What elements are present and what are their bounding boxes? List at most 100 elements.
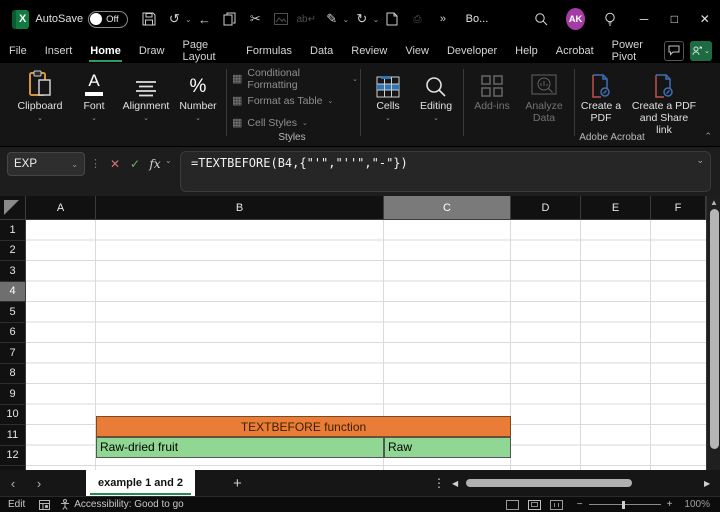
horizontal-scroll-thumb[interactable] [466, 479, 632, 487]
pen-icon[interactable]: ✎ [321, 7, 342, 31]
next-sheet-icon[interactable]: › [26, 476, 52, 491]
tab-developer[interactable]: Developer [438, 38, 506, 63]
pen-dropdown-icon[interactable]: ⌄ [342, 15, 349, 24]
clipboard-group-button[interactable]: Clipboard ⌄ [12, 68, 68, 122]
tab-page-layout[interactable]: Page Layout [173, 38, 237, 63]
zoom-slider[interactable] [588, 500, 661, 509]
prev-sheet-icon[interactable]: ‹ [0, 476, 26, 491]
scroll-up-icon[interactable]: ▲ [709, 198, 719, 207]
confirm-entry-button[interactable]: ✓ [125, 154, 145, 174]
chevron-down-icon: ⌄ [433, 115, 439, 122]
autosave-switch[interactable]: Off [88, 10, 129, 28]
autosave-toggle[interactable]: AutoSave Off [35, 10, 129, 28]
row-header-6[interactable]: 6 [0, 322, 26, 343]
share-button[interactable]: ⌄ [689, 40, 712, 61]
cut-icon[interactable]: ✂ [245, 7, 266, 31]
column-header-e[interactable]: E [581, 196, 651, 220]
column-header-c[interactable]: C [384, 196, 511, 220]
name-box[interactable]: EXP ⌄ [7, 152, 85, 176]
vertical-scroll-thumb[interactable] [709, 209, 719, 449]
tab-review[interactable]: Review [342, 38, 396, 63]
lightbulb-icon[interactable] [599, 7, 620, 31]
zoom-in-button[interactable]: + [667, 499, 673, 510]
tab-data[interactable]: Data [301, 38, 342, 63]
zoom-level[interactable]: 100% [684, 499, 710, 510]
avatar[interactable]: AK [565, 8, 586, 30]
select-all-corner[interactable] [0, 196, 26, 220]
insert-function-button[interactable]: fx [145, 154, 165, 174]
undo-icon[interactable]: ↺ [164, 7, 185, 31]
page-layout-view-icon[interactable] [527, 499, 541, 510]
cell-styles-button[interactable]: ▦ Cell Styles ⌄ [232, 112, 358, 133]
page-break-view-icon[interactable] [549, 499, 563, 510]
row-header-7[interactable]: 7 [0, 343, 26, 364]
sheet-tab-active[interactable]: example 1 and 2 [86, 470, 195, 496]
row-header-5[interactable]: 5 [0, 302, 26, 323]
undo-dropdown-icon[interactable]: ⌄ [185, 15, 192, 24]
tab-draw[interactable]: Draw [130, 38, 174, 63]
scroll-right-icon[interactable]: ▶ [704, 479, 710, 488]
new-document-icon[interactable] [381, 7, 402, 31]
close-button[interactable]: ✕ [690, 0, 720, 38]
column-header-b[interactable]: B [96, 196, 384, 220]
cell-c2[interactable]: Raw [384, 436, 511, 458]
row-header-11[interactable]: 11 [0, 425, 26, 446]
row-header-1[interactable]: 1 [0, 220, 26, 241]
sheet-options-icon[interactable]: ⋮ [433, 476, 445, 490]
tab-home[interactable]: Home [81, 38, 130, 63]
normal-view-icon[interactable] [505, 499, 519, 510]
editing-group-button[interactable]: Editing ⌄ [412, 68, 460, 122]
row-header-12[interactable]: 12 [0, 445, 26, 466]
tab-help[interactable]: Help [506, 38, 547, 63]
alignment-group-button[interactable]: Alignment ⌄ [118, 68, 174, 122]
accessibility-icon[interactable] [60, 499, 70, 510]
cell-mode-indicator: Edit [8, 499, 26, 510]
comments-button[interactable] [664, 40, 684, 61]
tab-insert[interactable]: Insert [36, 38, 82, 63]
add-sheet-button[interactable]: + [233, 475, 242, 492]
copy-icon[interactable] [219, 7, 240, 31]
row-header-2[interactable]: 2 [0, 240, 26, 261]
cells-group-button[interactable]: Cells ⌄ [366, 68, 410, 122]
minimize-button[interactable]: ─ [629, 0, 659, 38]
row-header-4[interactable]: 4 [0, 281, 26, 302]
tab-file[interactable]: File [0, 38, 36, 63]
column-header-f[interactable]: F [651, 196, 706, 220]
tab-acrobat[interactable]: Acrobat [547, 38, 603, 63]
zoom-slider-thumb[interactable] [621, 500, 625, 509]
redo-dropdown-icon[interactable]: ⌄ [373, 15, 380, 24]
search-icon[interactable] [530, 7, 551, 31]
create-pdf-share-button[interactable]: Create a PDF and Share link [626, 68, 702, 136]
excel-logo-icon[interactable]: X [12, 9, 30, 29]
tab-view[interactable]: View [396, 38, 438, 63]
row-header-9[interactable]: 9 [0, 384, 26, 405]
more-commands-icon[interactable]: » [432, 7, 453, 31]
row-header-10[interactable]: 10 [0, 404, 26, 425]
font-group-button[interactable]: A Font ⌄ [74, 68, 114, 123]
vertical-scrollbar[interactable]: ▲ [706, 196, 720, 470]
row-header-3[interactable]: 3 [0, 261, 26, 282]
column-header-a[interactable]: A [26, 196, 96, 220]
collapse-ribbon-icon[interactable]: ⌃ [704, 131, 712, 142]
tab-power-pivot[interactable]: Power Pivot [603, 38, 664, 63]
formula-bar-expand-icon[interactable]: ⌄ [696, 155, 704, 166]
column-header-d[interactable]: D [511, 196, 581, 220]
cell-b2[interactable]: Raw-dried fruit [96, 436, 384, 458]
cancel-entry-button[interactable]: ✕ [105, 154, 125, 174]
zoom-out-button[interactable]: − [577, 499, 583, 510]
formula-input[interactable]: =TEXTBEFORE(B4,{"'","''","-"}) [180, 151, 711, 192]
conditional-formatting-button[interactable]: ▦ Conditional Formatting ⌄ [232, 67, 358, 91]
back-arrow-icon[interactable]: ← [194, 7, 215, 31]
cell-b1-title[interactable]: TEXTBEFORE function [96, 416, 511, 437]
row-header-8[interactable]: 8 [0, 363, 26, 384]
tab-formulas[interactable]: Formulas [237, 38, 301, 63]
format-as-table-button[interactable]: ▦ Format as Table ⌄ [232, 90, 358, 111]
accessibility-status[interactable]: Accessibility: Good to go [74, 499, 184, 510]
maximize-button[interactable]: □ [659, 0, 689, 38]
number-group-button[interactable]: % Number ⌄ [176, 68, 220, 122]
create-pdf-button[interactable]: Create a PDF [578, 68, 624, 124]
scroll-left-icon[interactable]: ◀ [452, 479, 458, 488]
macro-record-icon[interactable] [39, 499, 51, 510]
save-icon[interactable] [138, 7, 159, 31]
redo-icon[interactable]: ↻ [351, 7, 372, 31]
